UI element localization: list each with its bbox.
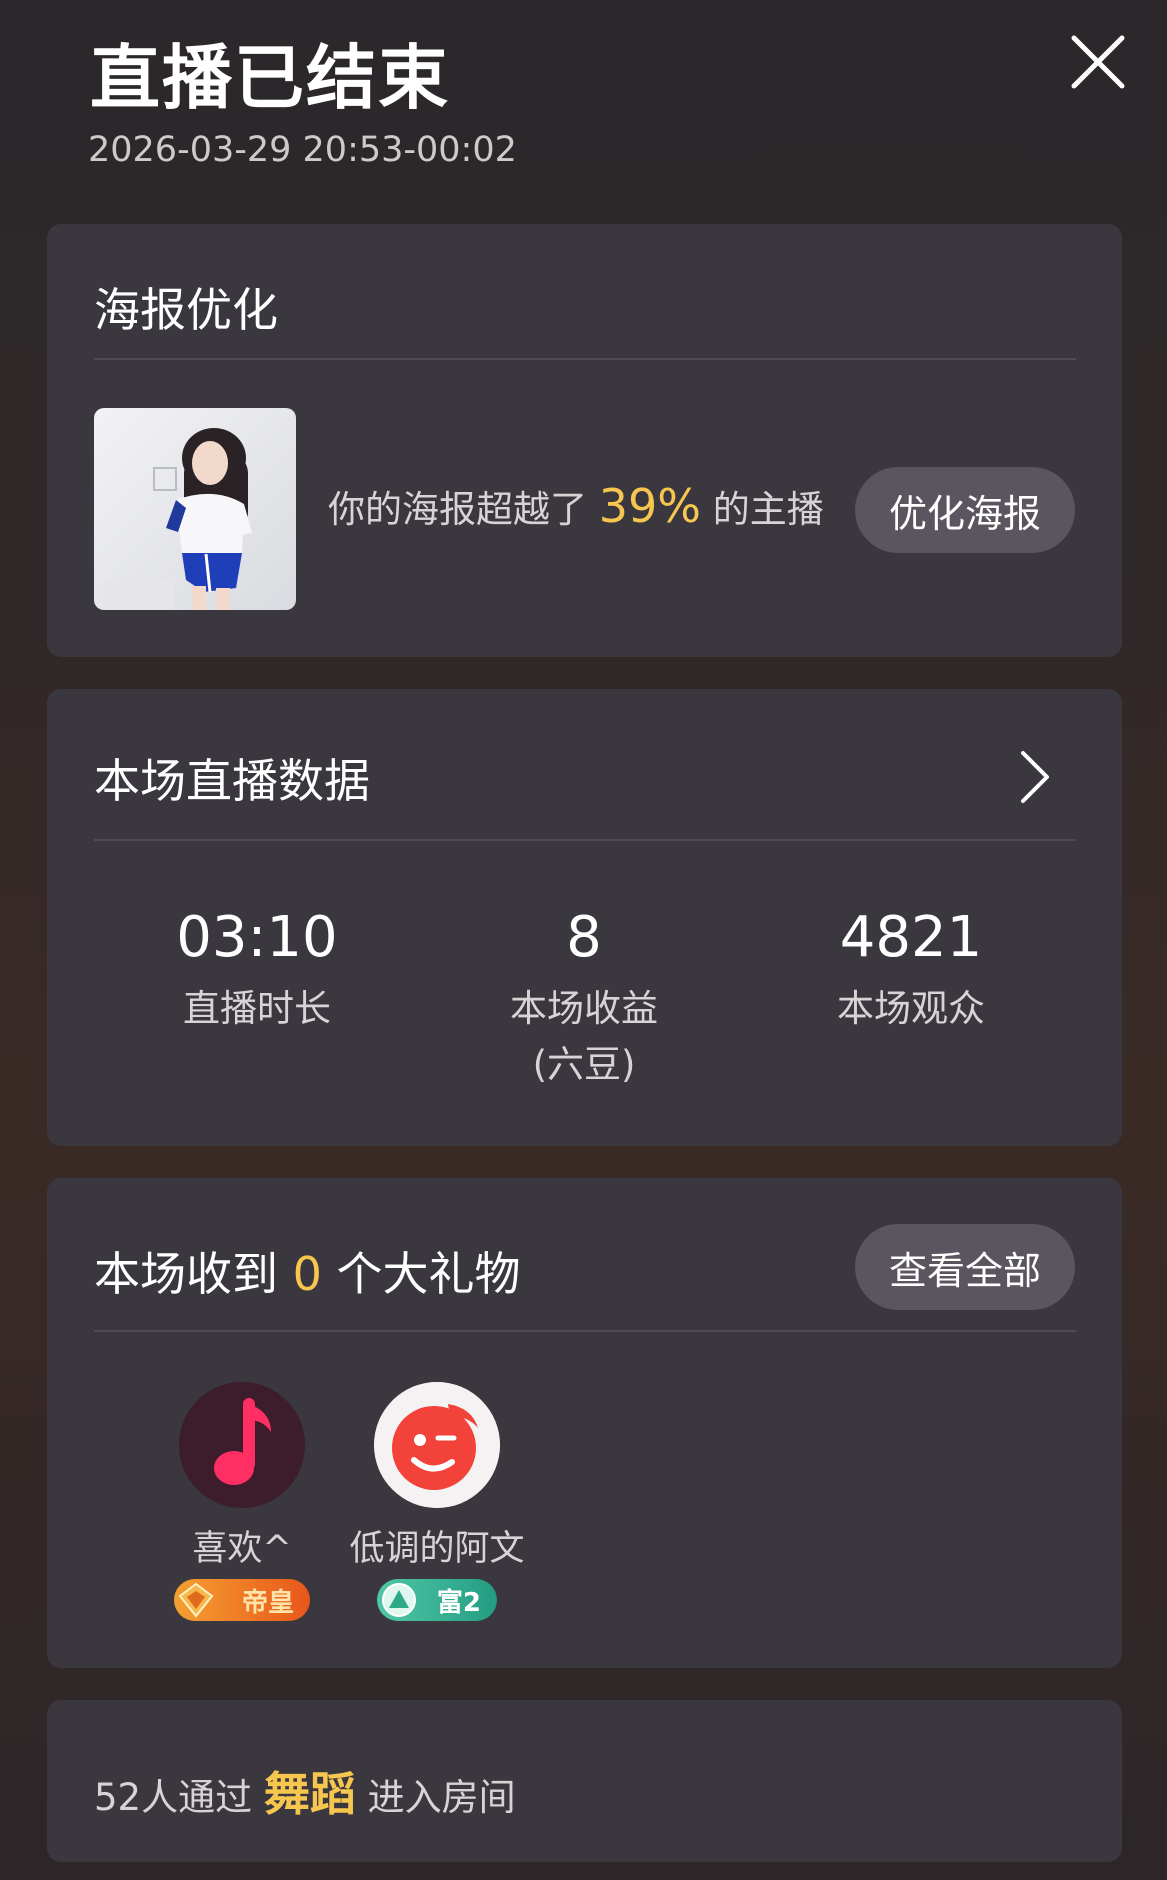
stat-duration: 03:10 直播时长 [107, 903, 407, 1037]
music-note-icon [179, 1382, 305, 1508]
entry-source-card: 52人通过 舞蹈 进入房间 [47, 1700, 1122, 1862]
level-badge: 富2 [377, 1579, 497, 1621]
gifter-name: 喜欢^ [192, 1529, 292, 1569]
avatar [374, 1382, 500, 1508]
entry-source-text: 52人通过 舞蹈 进入房间 [94, 1758, 516, 1824]
gifts-card: 本场收到 0 个大礼物 查看全部 喜欢^ 帝皇 低调的阿文 富2 [47, 1178, 1122, 1668]
gifter-name: 低调的阿文 [349, 1529, 525, 1569]
divider [94, 358, 1076, 360]
avatar [179, 1382, 305, 1508]
live-datetime: 2026-03-29 20:53-00:02 [88, 130, 517, 170]
entry-text-before: 52人通过 [94, 1776, 253, 1819]
page-title: 直播已结束 [90, 37, 450, 119]
gifts-count: 0 [292, 1247, 322, 1301]
diamond-icon [178, 1582, 214, 1618]
optimize-poster-button[interactable]: 优化海报 [855, 467, 1075, 553]
gifts-title-after: 个大礼物 [336, 1247, 521, 1301]
close-button[interactable] [1070, 34, 1126, 90]
stat-income: 8 本场收益 (六豆) [434, 903, 734, 1093]
poster-card-title: 海报优化 [94, 283, 278, 337]
view-all-button[interactable]: 查看全部 [855, 1224, 1075, 1310]
gifter-item[interactable]: 喜欢^ 帝皇 [142, 1382, 342, 1621]
live-data-card: 本场直播数据 03:10 直播时长 8 本场收益 (六豆) 4821 本场观众 [47, 689, 1122, 1146]
stat-value: 03:10 [176, 905, 338, 970]
badge-label: 富2 [436, 1587, 481, 1618]
poster-image [94, 408, 296, 610]
poster-percent: 39% [598, 479, 702, 533]
stat-value: 4821 [839, 905, 983, 970]
gifter-item[interactable]: 低调的阿文 富2 [337, 1382, 537, 1621]
stat-viewers: 4821 本场观众 [761, 903, 1061, 1037]
poster-rank-text: 你的海报超越了 39% 的主播 [328, 479, 824, 533]
badge-label: 帝皇 [241, 1587, 294, 1618]
live-data-more[interactable] [1015, 749, 1055, 805]
stat-label: 本场收益 [510, 987, 658, 1030]
gifts-title: 本场收到 0 个大礼物 [94, 1238, 521, 1304]
close-icon [1071, 35, 1125, 89]
stat-unit: (六豆) [532, 1043, 636, 1086]
poster-thumbnail[interactable] [94, 408, 296, 610]
live-data-title[interactable]: 本场直播数据 [94, 745, 370, 811]
divider [94, 839, 1076, 841]
divider [94, 1330, 1076, 1332]
poster-text-after: 的主播 [712, 488, 824, 531]
wink-face-icon [374, 1382, 500, 1508]
stat-label: 直播时长 [183, 987, 331, 1030]
gifts-title-before: 本场收到 [94, 1247, 278, 1301]
entry-source-highlight: 舞蹈 [263, 1767, 356, 1821]
entry-text-after: 进入房间 [367, 1776, 516, 1819]
level-badge: 帝皇 [174, 1579, 310, 1621]
stat-value: 8 [566, 905, 602, 970]
chevron-right-icon [1021, 751, 1049, 803]
poster-text-before: 你的海报超越了 [328, 488, 587, 531]
stat-label: 本场观众 [837, 987, 985, 1030]
poster-card: 海报优化 你的海报超越了 39% 的主播 优化海报 [47, 224, 1122, 657]
triangle-icon [382, 1583, 416, 1617]
